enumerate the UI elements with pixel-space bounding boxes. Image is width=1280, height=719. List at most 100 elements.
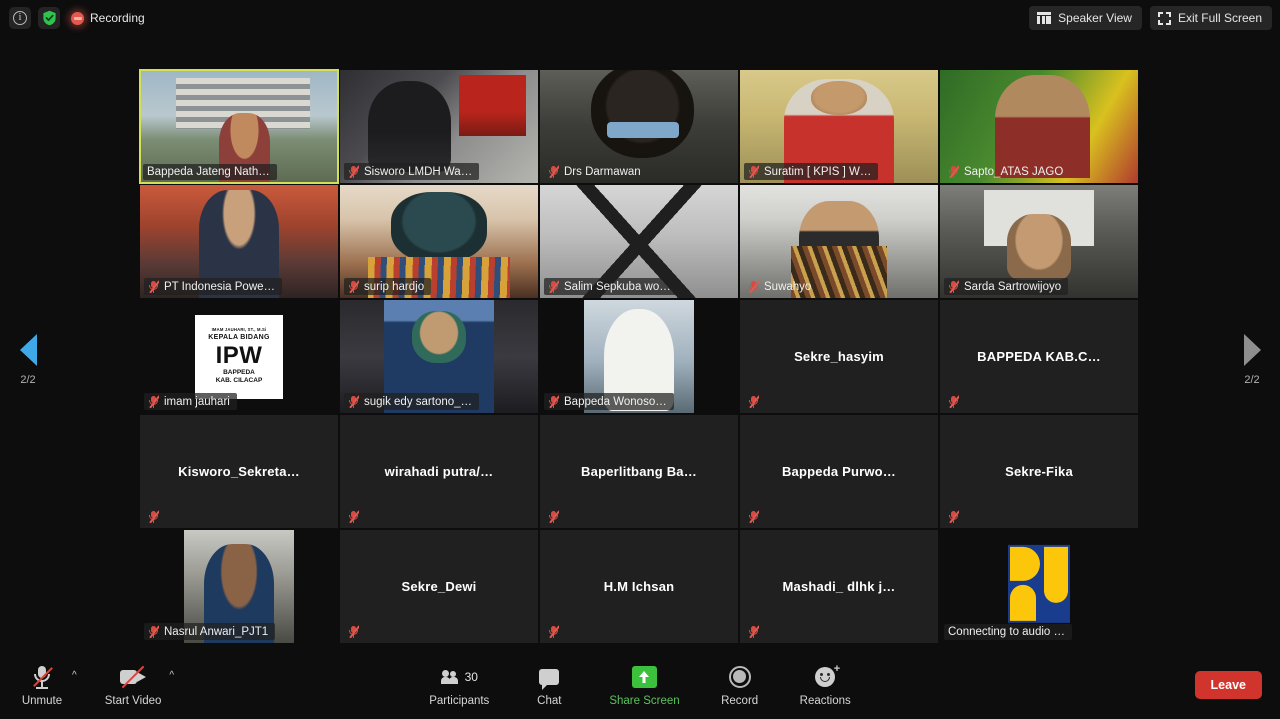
video-controls: Start Video ^ [99,664,174,707]
participant-tile[interactable]: Salim Sepkuba wo… [539,184,739,299]
participant-display-name: H.M Ichsan [603,579,675,594]
reactions-label: Reactions [799,694,851,707]
participant-name-label: Connecting to audio … [948,626,1065,638]
participant-tile[interactable]: sugik edy sartono_… [339,299,539,414]
video-options-chevron-up-icon[interactable]: ^ [169,670,174,681]
participant-name-badge [744,393,763,410]
chat-button[interactable]: Chat [521,664,577,707]
participant-display-name: BAPPEDA KAB.C… [977,349,1101,364]
mic-muted-icon [348,510,359,523]
recording-dot-icon [71,11,84,25]
previous-page-button[interactable]: 2/2 [0,334,56,386]
share-screen-button[interactable]: Share Screen [603,664,685,707]
participant-name-label: Salim Sepkuba wo… [564,280,671,293]
participant-tile[interactable]: PT Indonesia Powe… [139,184,339,299]
info-icon[interactable]: i [9,7,31,29]
chat-label: Chat [537,694,562,707]
participant-display-name: Sekre-Fika [1005,464,1073,479]
participant-tile[interactable]: Connecting to audio … [939,529,1139,644]
participant-name-badge: PT Indonesia Powe… [144,278,283,295]
participant-tile[interactable]: Drs Darmawan [539,69,739,184]
participant-name-label: imam jauhari [164,395,230,408]
participant-tile[interactable]: Bappeda Purwo… [739,414,939,529]
unmute-button[interactable]: Unmute [14,664,70,707]
participant-tile[interactable]: Sapto_ATAS JAGO [939,69,1139,184]
participant-tile[interactable]: wirahadi putra/… [339,414,539,529]
mic-muted-icon [948,165,959,178]
audio-controls: Unmute ^ [14,664,77,707]
participant-name-label: PT Indonesia Powe… [164,280,276,293]
participant-tile[interactable]: Nasrul Anwari_PJT1 [139,529,339,644]
audio-options-chevron-up-icon[interactable]: ^ [72,670,77,681]
participant-name-label: Sapto_ATAS JAGO [964,165,1064,178]
participant-name-badge: surip hardjo [344,278,432,295]
participant-tile[interactable]: Sarda Sartrowijoyo [939,184,1139,299]
mic-muted-icon [748,510,759,523]
toolbar-center-group: 30 Participants Chat Share Screen Record… [0,663,1280,707]
participant-tile[interactable]: Sekre_hasyim [739,299,939,414]
leave-button[interactable]: Leave [1194,671,1262,699]
participant-name-badge [144,508,163,525]
participant-display-name: Sekre_hasyim [794,349,884,364]
recording-indicator[interactable]: Recording [71,11,145,25]
participant-name-label: sugik edy sartono_… [364,395,473,408]
participant-name-badge: Bappeda Wonoso… [544,393,674,410]
participant-name-badge: Sisworo LMDH Wa… [344,163,480,180]
participant-tile[interactable]: Sekre-Fika [939,414,1139,529]
reactions-button[interactable]: + Reactions [794,663,857,707]
page-indicator-next: 2/2 [1244,374,1260,386]
participant-name-badge: Salim Sepkuba wo… [544,278,678,295]
participants-icon [440,669,461,684]
mic-muted-icon [148,395,159,408]
participant-tile[interactable]: Mashadi_ dlhk j… [739,529,939,644]
participant-tile[interactable]: H.M Ichsan [539,529,739,644]
record-button[interactable]: Record [712,664,768,707]
exit-full-screen-button[interactable]: Exit Full Screen [1149,6,1272,30]
participant-name-label: Suwahyo [764,280,812,293]
top-bar-right: Speaker View Exit Full Screen [1029,6,1280,30]
participant-tile[interactable]: BAPPEDA KAB.C… [939,299,1139,414]
participant-name-label: Sarda Sartrowijoyo [964,280,1062,293]
microphone-muted-icon [32,664,53,690]
participant-name-label: Nasrul Anwari_PJT1 [164,625,269,638]
participant-tile[interactable]: Bappeda Jateng Nath… [139,69,339,184]
start-video-label: Start Video [104,694,162,707]
chevron-right-icon [1243,334,1261,366]
chat-bubble-icon [539,668,560,690]
participant-name-label: Drs Darmawan [564,165,641,178]
top-bar: i Recording Speaker View Exit Full Scree… [0,0,1280,36]
speaker-view-button[interactable]: Speaker View [1029,6,1142,30]
participant-tile[interactable]: Sekre_Dewi [339,529,539,644]
participants-count: 30 [464,669,478,684]
shield-glyph [42,10,56,26]
mic-muted-icon [148,625,159,638]
mic-muted-icon [348,625,359,638]
participant-tile[interactable]: Baperlitbang Ba… [539,414,739,529]
participant-tile[interactable]: Sisworo LMDH Wa… [339,69,539,184]
chevron-left-icon [19,334,37,366]
mic-muted-icon [148,280,159,293]
participant-tile[interactable]: surip hardjo [339,184,539,299]
participant-name-badge: Nasrul Anwari_PJT1 [144,623,276,640]
participant-tile[interactable]: IMAM JAUHARI, ST., M.Si KEPALA BIDANG IPW B… [139,299,339,414]
next-page-button[interactable]: 2/2 [1224,334,1280,386]
layout-grid-icon [1037,12,1052,24]
participant-name-badge: Bappeda Jateng Nath… [143,164,277,180]
participant-name-badge [344,623,363,640]
start-video-button[interactable]: Start Video [99,664,168,707]
participant-tile[interactable]: Kisworo_Sekreta… [139,414,339,529]
participant-tile[interactable]: Bappeda Wonoso… [539,299,739,414]
participant-name-label: Suratim [ KPIS ] W… [764,165,872,178]
page-indicator-prev: 2/2 [20,374,36,386]
top-bar-left: i Recording [0,7,145,29]
shield-encryption-icon[interactable] [38,7,60,29]
exit-fullscreen-icon [1157,11,1171,25]
participants-button[interactable]: 30 Participants [423,664,495,707]
participant-tile[interactable]: Suwahyo [739,184,939,299]
participant-name-badge [944,508,963,525]
mic-muted-icon [548,625,559,638]
mic-muted-icon [748,165,759,178]
participant-tile[interactable]: Suratim [ KPIS ] W… [739,69,939,184]
mic-muted-icon [348,165,359,178]
pu-logo-icon [1008,544,1070,623]
